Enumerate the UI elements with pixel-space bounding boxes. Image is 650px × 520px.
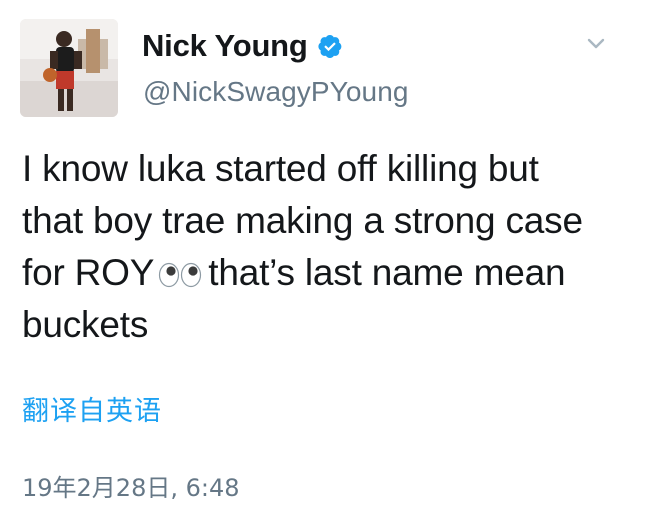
- tweet-card: Nick Young @NickSwagyPYoung I know luka …: [0, 0, 650, 520]
- tweet-text-line: that boy trae making a strong case: [22, 200, 583, 241]
- tweet-timestamp[interactable]: 19年2月28日, 6:48: [22, 468, 240, 503]
- eyes-emoji-icon: [158, 250, 202, 288]
- translate-link[interactable]: 翻译自英语: [22, 389, 162, 428]
- tweet-text-line: buckets: [22, 304, 149, 345]
- chevron-down-icon[interactable]: [583, 34, 609, 54]
- user-handle[interactable]: @NickSwagyPYoung: [143, 76, 409, 108]
- display-name[interactable]: Nick Young: [142, 28, 308, 64]
- tweet-text-line: I know luka started off killing but: [22, 148, 539, 189]
- tweet-text: I know luka started off killing but that…: [22, 143, 634, 351]
- user-name-row[interactable]: Nick Young: [142, 26, 343, 66]
- tweet-text-line: for ROY that’s last name mean: [22, 247, 634, 299]
- tweet-text-fragment: for ROY: [22, 252, 155, 293]
- avatar[interactable]: [20, 19, 118, 117]
- tweet-text-fragment: that’s last name mean: [208, 252, 566, 293]
- verified-badge-icon: [317, 33, 343, 59]
